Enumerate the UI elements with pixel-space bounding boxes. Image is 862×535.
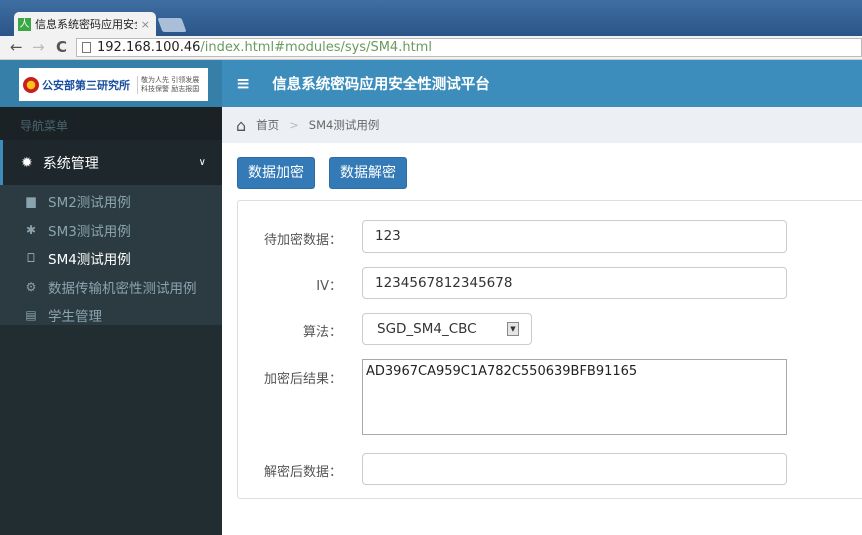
address-bar[interactable]: 192.168.100.46/index.html#modules/sys/SM… [76, 38, 862, 57]
group-label: 系统管理 [42, 155, 99, 172]
submenu: ▆ SM2测试用例 ✱ SM3测试用例 ⎕ SM4测试用例 ⚙ 数据传输机密性测试用例 … [0, 185, 222, 325]
plain-input[interactable]: 123 [362, 220, 787, 253]
url-path: /index.html#modules/sys/SM4.html [200, 40, 432, 55]
logo[interactable]: 公安部第三研究所 敬为人先 引领发展 科技保警 励志报国 [19, 68, 208, 101]
gear-icon: ✹ [21, 154, 33, 171]
nav-label: 导航菜单 [0, 107, 222, 140]
iv-input[interactable]: 1234567812345678 [362, 267, 787, 299]
cipher-label: 加密后结果： [263, 372, 342, 387]
sidebar-item-sm3[interactable]: ✱ SM3测试用例 [0, 216, 222, 245]
breadcrumb-home[interactable]: 首页 [256, 117, 279, 133]
back-icon[interactable]: ← [10, 38, 23, 56]
cipher-textarea[interactable]: AD3967CA959C1A782C550639BFB91165 [362, 359, 787, 435]
item-label: 学生管理 [48, 309, 102, 326]
breadcrumb-separator: > [289, 118, 299, 132]
item-label: SM2测试用例 [48, 195, 131, 212]
logo-name: 公安部第三研究所 [42, 78, 130, 92]
sidebar-group-system[interactable]: ✹ 系统管理 ∨ [0, 140, 222, 185]
sidebar-item-transfer[interactable]: ⚙ 数据传输机密性测试用例 [0, 273, 222, 302]
bug-icon: ✱ [25, 222, 37, 237]
breadcrumb-current: SM4测试用例 [308, 118, 380, 132]
iv-label: IV： [316, 279, 342, 294]
new-tab-button[interactable] [157, 18, 187, 32]
dropdown-arrow-icon[interactable]: ▼ [507, 322, 519, 336]
item-label: SM3测试用例 [48, 223, 131, 240]
plain-label: 待加密数据： [263, 233, 342, 248]
chevron-down-icon: ∨ [198, 157, 206, 168]
algorithm-label: 算法： [302, 325, 342, 340]
emblem-icon [23, 76, 39, 93]
bookmark-icon: ⎕ [27, 250, 35, 265]
sidebar-item-sm2[interactable]: ▆ SM2测试用例 [0, 187, 222, 216]
close-tab-icon[interactable]: × [141, 18, 156, 31]
page-title: 信息系统密码应用安全性测试平台 [272, 76, 490, 93]
breadcrumb: ⌂ 首页 > SM4测试用例 [222, 107, 862, 143]
decrypted-input[interactable] [362, 453, 787, 485]
top-header: ≡ 信息系统密码应用安全性测试平台 [222, 60, 862, 107]
url-host: 192.168.100.46 [97, 40, 201, 55]
logo-slogan: 敬为人先 引领发展 科技保警 励志报国 [137, 75, 199, 94]
menu-toggle-icon[interactable]: ≡ [236, 74, 250, 94]
tab-title: 信息系统密码应用安全性测 [35, 18, 137, 31]
lock-icon: ▆ [26, 194, 36, 209]
item-label: SM4测试用例 [48, 252, 131, 269]
decrypted-label: 解密后数据： [263, 465, 342, 480]
reload-icon[interactable]: C [56, 38, 67, 56]
favicon-icon: 人 [18, 17, 31, 31]
gear-icon: ⚙ [25, 279, 37, 294]
forward-icon[interactable]: → [32, 38, 45, 56]
sidebar-item-sm4[interactable]: ⎕ SM4测试用例 [0, 244, 222, 273]
algorithm-select[interactable]: SGD_SM4_CBC ▼ [362, 313, 532, 345]
item-label: 数据传输机密性测试用例 [48, 280, 197, 297]
card-icon: ▤ [25, 308, 37, 323]
decrypt-button[interactable]: 数据解密 [329, 157, 407, 189]
algorithm-value: SGD_SM4_CBC [377, 321, 477, 337]
sidebar-item-students[interactable]: ▤ 学生管理 [0, 301, 222, 330]
encrypt-button[interactable]: 数据加密 [237, 157, 315, 189]
browser-tab[interactable]: 人信息系统密码应用安全性测 × [14, 12, 156, 36]
page-icon [82, 42, 91, 53]
home-icon[interactable]: ⌂ [236, 116, 246, 135]
